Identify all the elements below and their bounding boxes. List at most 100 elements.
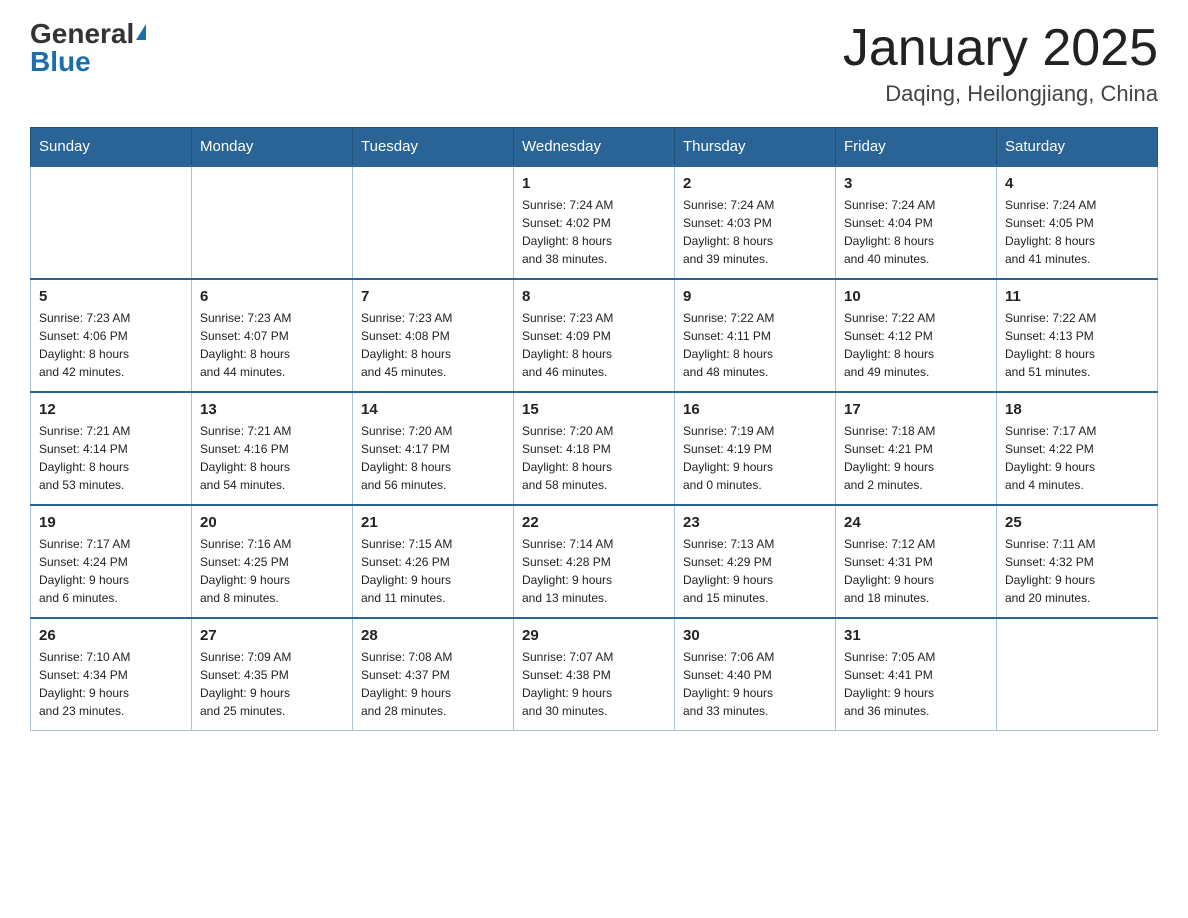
day-number: 6 [200,288,344,305]
title-block: January 2025 Daqing, Heilongjiang, China [843,20,1158,107]
day-info: Sunrise: 7:24 AM Sunset: 4:03 PM Dayligh… [683,196,827,268]
day-info: Sunrise: 7:23 AM Sunset: 4:07 PM Dayligh… [200,309,344,381]
logo-blue-text: Blue [30,48,91,76]
calendar-day-22: 22Sunrise: 7:14 AM Sunset: 4:28 PM Dayli… [514,505,675,618]
day-info: Sunrise: 7:18 AM Sunset: 4:21 PM Dayligh… [844,422,988,494]
calendar-day-empty [31,166,192,279]
weekday-header-wednesday: Wednesday [514,128,675,167]
weekday-header-tuesday: Tuesday [353,128,514,167]
day-info: Sunrise: 7:24 AM Sunset: 4:05 PM Dayligh… [1005,196,1149,268]
logo: General Blue [30,20,146,76]
calendar-day-empty [192,166,353,279]
calendar-day-28: 28 Sunrise: 7:08 AM Sunset: 4:37 PM Dayli… [353,618,514,731]
day-number: 24 [844,514,988,531]
day-info: Sunrise: 7:15 AM Sunset: 4:26 PM Dayligh… [361,535,505,607]
day-number: 3 [844,175,988,192]
weekday-header-row: SundayMondayTuesdayWednesdayThursdayFrid… [31,128,1158,167]
day-info: Sunrise: 7:17 AM Sunset: 4:22 PM Dayligh… [1005,422,1149,494]
day-number: 26 [39,627,183,644]
calendar-day-11: 11 Sunrise: 7:22 AM Sunset: 4:13 PM Dayli… [997,279,1158,392]
day-info: Sunrise: 7:05 AM Sunset: 4:41 PM Dayligh… [844,648,988,720]
calendar-day-2: 2Sunrise: 7:24 AM Sunset: 4:03 PM Daylig… [675,166,836,279]
day-number: 5 [39,288,183,305]
day-number: 28 [361,627,505,644]
day-number: 17 [844,401,988,418]
calendar-day-29: 29 Sunrise: 7:07 AM Sunset: 4:38 PM Dayli… [514,618,675,731]
weekday-header-monday: Monday [192,128,353,167]
day-info: Sunrise: 7:21 AM Sunset: 4:16 PM Dayligh… [200,422,344,494]
calendar-day-13: 13 Sunrise: 7:21 AM Sunset: 4:16 PM Dayli… [192,392,353,505]
location-title: Daqing, Heilongjiang, China [843,81,1158,107]
calendar-day-15: 15 Sunrise: 7:20 AM Sunset: 4:18 PM Dayli… [514,392,675,505]
day-number: 9 [683,288,827,305]
calendar-table: SundayMondayTuesdayWednesdayThursdayFrid… [30,127,1158,731]
day-number: 27 [200,627,344,644]
calendar-day-9: 9Sunrise: 7:22 AM Sunset: 4:11 PM Daylig… [675,279,836,392]
weekday-header-friday: Friday [836,128,997,167]
calendar-day-8: 8 Sunrise: 7:23 AM Sunset: 4:09 PM Daylig… [514,279,675,392]
day-number: 29 [522,627,666,644]
page-header: General Blue January 2025 Daqing, Heilon… [30,20,1158,107]
day-number: 30 [683,627,827,644]
day-number: 18 [1005,401,1149,418]
day-number: 10 [844,288,988,305]
day-info: Sunrise: 7:19 AM Sunset: 4:19 PM Dayligh… [683,422,827,494]
calendar-day-1: 1 Sunrise: 7:24 AM Sunset: 4:02 PM Daylig… [514,166,675,279]
day-info: Sunrise: 7:24 AM Sunset: 4:04 PM Dayligh… [844,196,988,268]
calendar-week-row: 12Sunrise: 7:21 AM Sunset: 4:14 PM Dayli… [31,392,1158,505]
calendar-day-14: 14 Sunrise: 7:20 AM Sunset: 4:17 PM Dayli… [353,392,514,505]
day-info: Sunrise: 7:23 AM Sunset: 4:08 PM Dayligh… [361,309,505,381]
day-number: 20 [200,514,344,531]
calendar-day-26: 26 Sunrise: 7:10 AM Sunset: 4:34 PM Dayli… [31,618,192,731]
calendar-day-23: 23 Sunrise: 7:13 AM Sunset: 4:29 PM Dayli… [675,505,836,618]
day-info: Sunrise: 7:23 AM Sunset: 4:09 PM Dayligh… [522,309,666,381]
calendar-week-row: 5 Sunrise: 7:23 AM Sunset: 4:06 PM Daylig… [31,279,1158,392]
logo-triangle-icon [136,24,146,40]
day-info: Sunrise: 7:20 AM Sunset: 4:18 PM Dayligh… [522,422,666,494]
day-info: Sunrise: 7:12 AM Sunset: 4:31 PM Dayligh… [844,535,988,607]
day-number: 19 [39,514,183,531]
day-number: 31 [844,627,988,644]
day-info: Sunrise: 7:24 AM Sunset: 4:02 PM Dayligh… [522,196,666,268]
calendar-day-5: 5 Sunrise: 7:23 AM Sunset: 4:06 PM Daylig… [31,279,192,392]
day-number: 25 [1005,514,1149,531]
day-info: Sunrise: 7:14 AM Sunset: 4:28 PM Dayligh… [522,535,666,607]
calendar-day-10: 10 Sunrise: 7:22 AM Sunset: 4:12 PM Dayli… [836,279,997,392]
day-info: Sunrise: 7:07 AM Sunset: 4:38 PM Dayligh… [522,648,666,720]
calendar-day-empty [353,166,514,279]
calendar-week-row: 26 Sunrise: 7:10 AM Sunset: 4:34 PM Dayli… [31,618,1158,731]
day-info: Sunrise: 7:13 AM Sunset: 4:29 PM Dayligh… [683,535,827,607]
calendar-day-7: 7 Sunrise: 7:23 AM Sunset: 4:08 PM Daylig… [353,279,514,392]
day-number: 15 [522,401,666,418]
calendar-day-27: 27 Sunrise: 7:09 AM Sunset: 4:35 PM Dayli… [192,618,353,731]
day-number: 7 [361,288,505,305]
day-number: 14 [361,401,505,418]
day-number: 1 [522,175,666,192]
day-info: Sunrise: 7:10 AM Sunset: 4:34 PM Dayligh… [39,648,183,720]
day-number: 13 [200,401,344,418]
day-info: Sunrise: 7:21 AM Sunset: 4:14 PM Dayligh… [39,422,183,494]
logo-general-text: General [30,20,134,48]
day-number: 8 [522,288,666,305]
calendar-day-16: 16Sunrise: 7:19 AM Sunset: 4:19 PM Dayli… [675,392,836,505]
month-title: January 2025 [843,20,1158,77]
day-info: Sunrise: 7:22 AM Sunset: 4:13 PM Dayligh… [1005,309,1149,381]
day-number: 11 [1005,288,1149,305]
calendar-day-19: 19 Sunrise: 7:17 AM Sunset: 4:24 PM Dayli… [31,505,192,618]
calendar-day-3: 3 Sunrise: 7:24 AM Sunset: 4:04 PM Daylig… [836,166,997,279]
calendar-week-row: 19 Sunrise: 7:17 AM Sunset: 4:24 PM Dayli… [31,505,1158,618]
day-info: Sunrise: 7:20 AM Sunset: 4:17 PM Dayligh… [361,422,505,494]
day-info: Sunrise: 7:08 AM Sunset: 4:37 PM Dayligh… [361,648,505,720]
day-info: Sunrise: 7:23 AM Sunset: 4:06 PM Dayligh… [39,309,183,381]
weekday-header-sunday: Sunday [31,128,192,167]
weekday-header-thursday: Thursday [675,128,836,167]
day-info: Sunrise: 7:17 AM Sunset: 4:24 PM Dayligh… [39,535,183,607]
day-number: 23 [683,514,827,531]
calendar-day-17: 17 Sunrise: 7:18 AM Sunset: 4:21 PM Dayli… [836,392,997,505]
calendar-day-31: 31 Sunrise: 7:05 AM Sunset: 4:41 PM Dayli… [836,618,997,731]
day-info: Sunrise: 7:22 AM Sunset: 4:12 PM Dayligh… [844,309,988,381]
calendar-day-empty [997,618,1158,731]
day-info: Sunrise: 7:06 AM Sunset: 4:40 PM Dayligh… [683,648,827,720]
day-info: Sunrise: 7:09 AM Sunset: 4:35 PM Dayligh… [200,648,344,720]
calendar-day-24: 24 Sunrise: 7:12 AM Sunset: 4:31 PM Dayli… [836,505,997,618]
